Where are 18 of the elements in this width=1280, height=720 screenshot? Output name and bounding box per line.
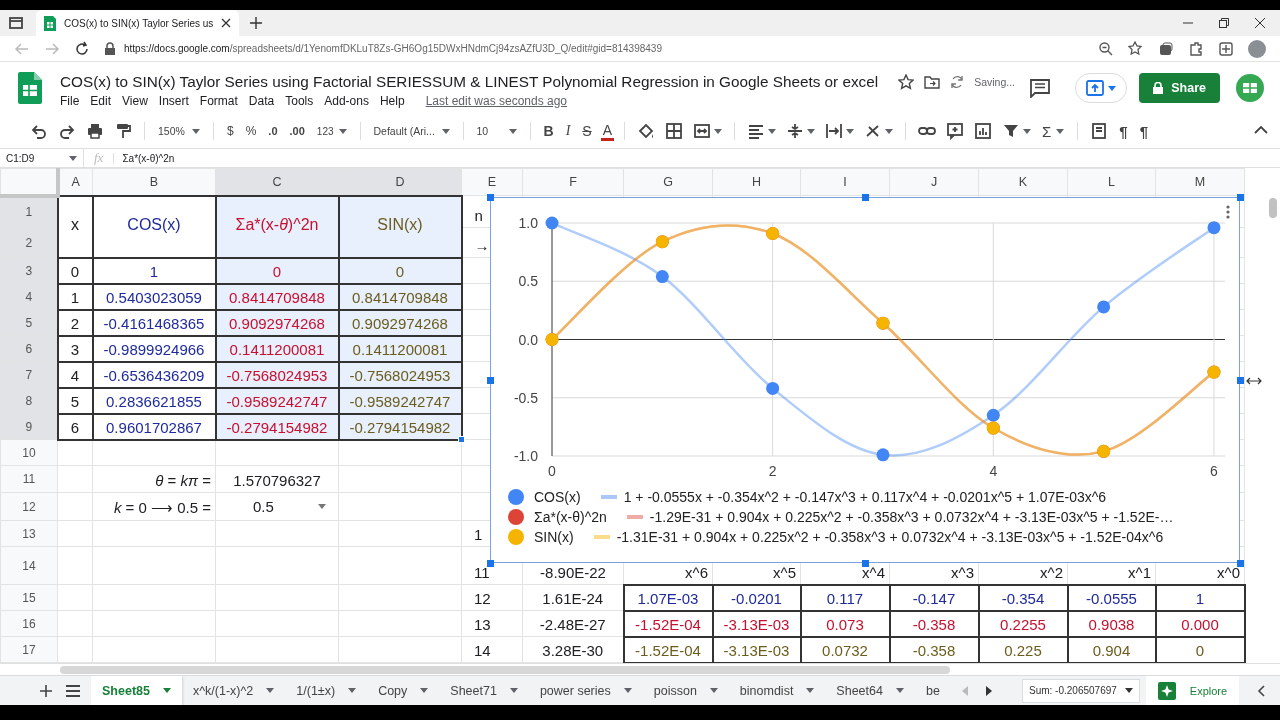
save-status: Saving...	[974, 75, 1015, 88]
axis-label: 6	[1210, 463, 1218, 479]
axis-label: 1.0	[518, 215, 538, 231]
legend-label: Σa*(x-θ)^2n	[534, 509, 607, 525]
trendline-equation: -1.29E-31 + 0.904x + 0.225x^2 + -0.358x^3 + 0.0732x^4 + -3.13E-03x^5 + -1.52E-…	[649, 509, 1174, 525]
function-label: fx	[93, 150, 105, 166]
axis-label: -0.5	[513, 389, 538, 406]
axis-label: 0.5	[518, 273, 538, 290]
axis-label: 0.0	[518, 331, 538, 348]
axis-label: 4	[989, 463, 998, 479]
axis-label: -1.0	[513, 448, 538, 464]
trendline-equation: 1 + -0.0555x + -0.354x^2 + -0.147x^3 + 0.117x^4 + -0.0201x^5 + 1.07E-03x^6	[623, 489, 1107, 505]
trendline-equation: -1.31E-31 + 0.904x + 0.225x^2 + -0.358x^3 + 0.0732x^4 + -3.13E-03x^5 + -1.52E-04x^6	[616, 529, 1164, 545]
axis-label: 2	[768, 463, 777, 479]
legend-label: SIN(x)	[534, 529, 574, 545]
legend-label: COS(x)	[534, 489, 581, 505]
axis-label: 0	[548, 463, 556, 479]
tab-title: COS(x) to SIN(x) Taylor Series us	[64, 17, 214, 29]
